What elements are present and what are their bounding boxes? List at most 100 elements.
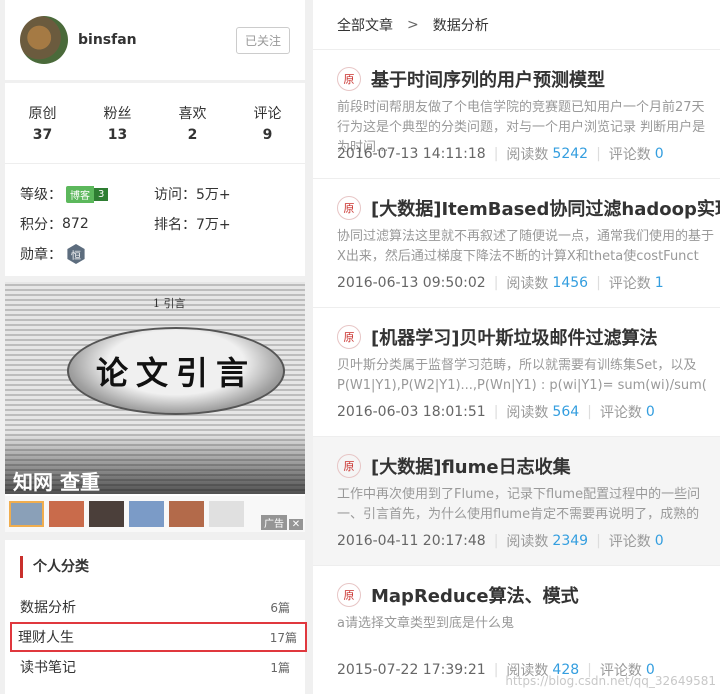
stat-label: 粉丝 bbox=[103, 106, 132, 122]
article-meta: 2016-06-13 09:50:02 | 阅读数 1456 | 评论数 1 bbox=[337, 275, 664, 292]
article-summary: 协同过滤算法这里就不再叙述了随便说一点，通常我们使用的基于 X出来，然后通过梯度… bbox=[337, 227, 720, 267]
stat-original: 原创 37 bbox=[13, 103, 73, 143]
watermark: https://blog.csdn.net/qq_32649581 bbox=[505, 674, 716, 688]
article-title[interactable]: 基于时间序列的用户预测模型 bbox=[371, 66, 605, 92]
level-label: 等级： bbox=[20, 187, 62, 203]
article-date: 2016-07-13 14:11:18 bbox=[337, 146, 486, 162]
article-meta: 2016-04-11 20:17:48 | 阅读数 2349 | 评论数 0 bbox=[337, 533, 664, 550]
category-name[interactable]: 数据分析 bbox=[20, 597, 76, 617]
article-title[interactable]: MapReduce算法、模式 bbox=[371, 582, 579, 608]
article-date: 2016-04-11 20:17:48 bbox=[337, 533, 486, 549]
medal-label: 勋章： bbox=[20, 247, 62, 263]
category-name[interactable]: 理财人生 bbox=[18, 627, 74, 647]
ad-thumb[interactable] bbox=[169, 501, 204, 527]
original-badge: 原 bbox=[337, 454, 361, 478]
article-title[interactable]: [大数据]ItemBased协同过滤hadoop实现 bbox=[371, 195, 720, 221]
medal-icon[interactable]: 恒 bbox=[67, 244, 85, 264]
stat-label: 评论 bbox=[253, 106, 282, 122]
breadcrumb: 全部文章 > 数据分析 bbox=[313, 0, 720, 50]
ad-magnifier: 论文引言 bbox=[67, 327, 285, 415]
comments-count: 1 bbox=[654, 275, 664, 291]
original-badge: 原 bbox=[337, 196, 361, 220]
reads-label: 阅读数 bbox=[506, 147, 549, 163]
categories-panel: 个人分类 数据分析 6篇 理财人生 17篇 读书笔记 1篇 bbox=[5, 540, 307, 694]
stat-likes: 喜欢 2 bbox=[163, 103, 223, 143]
article-date: 2016-06-13 09:50:02 bbox=[337, 275, 486, 291]
comments-label: 评论数 bbox=[608, 534, 651, 550]
article-date: 2015-07-22 17:39:21 bbox=[337, 662, 486, 678]
article-meta: 2016-06-03 18:01:51 | 阅读数 564 | 评论数 0 bbox=[337, 404, 655, 421]
category-item-highlighted[interactable]: 理财人生 17篇 bbox=[10, 622, 307, 652]
reads-label: 阅读数 bbox=[506, 405, 549, 421]
close-icon[interactable]: ✕ bbox=[289, 519, 303, 530]
article-item[interactable]: 原 MapReduce算法、模式 a请选择文章类型到底是什么鬼 2015-07-… bbox=[313, 566, 720, 694]
stat-label: 喜欢 bbox=[178, 106, 207, 122]
reads-label: 阅读数 bbox=[506, 534, 549, 550]
article-title[interactable]: [大数据]flume日志收集 bbox=[371, 453, 571, 479]
category-count: 17篇 bbox=[269, 630, 297, 645]
article-summary: a请选择文章类型到底是什么鬼 bbox=[337, 614, 720, 634]
ad-thumb[interactable] bbox=[49, 501, 84, 527]
summary-line: P(W1|Y1),P(W2|Y1)...,P(Wn|Y1) : p(wi|Y1)… bbox=[337, 378, 707, 393]
article-meta: 2016-07-13 14:11:18 | 阅读数 5242 | 评论数 0 bbox=[337, 146, 664, 163]
stat-label: 原创 bbox=[28, 106, 57, 122]
category-count: 6篇 bbox=[270, 600, 290, 615]
reads-count: 564 bbox=[552, 404, 580, 420]
breadcrumb-current: 数据分析 bbox=[432, 17, 489, 34]
username[interactable]: binsfan bbox=[78, 32, 137, 48]
summary-line: 前段时间帮朋友做了个电信学院的竞赛题已知用户一个月前27天 bbox=[337, 100, 705, 115]
summary-line: X出来，然后通过梯度下降法不断的计算X和theta使costFunct bbox=[337, 249, 699, 264]
ad-thumb[interactable] bbox=[89, 501, 124, 527]
article-item[interactable]: 原 基于时间序列的用户预测模型 前段时间帮朋友做了个电信学院的竞赛题已知用户一个… bbox=[313, 50, 720, 179]
article-date: 2016-06-03 18:01:51 bbox=[337, 404, 486, 420]
avatar[interactable] bbox=[20, 16, 68, 64]
stat-value: 13 bbox=[107, 127, 128, 143]
stat-value: 2 bbox=[187, 127, 198, 143]
ad-thumb[interactable] bbox=[129, 501, 164, 527]
reads-count: 2349 bbox=[552, 533, 589, 549]
points-label: 积分： bbox=[20, 217, 62, 233]
comments-count: 0 bbox=[654, 533, 664, 549]
category-item[interactable]: 数据分析 6篇 bbox=[5, 592, 305, 622]
article-list-panel: 全部文章 > 数据分析 原 基于时间序列的用户预测模型 前段时间帮朋友做了个电信… bbox=[313, 0, 720, 694]
stat-value: 9 bbox=[262, 127, 273, 143]
blog-level-badge[interactable]: 博客 3 bbox=[66, 185, 109, 203]
summary-line: 协同过滤算法这里就不再叙述了随便说一点，通常我们使用的基于 bbox=[337, 229, 715, 244]
original-badge: 原 bbox=[337, 583, 361, 607]
stat-value: 37 bbox=[32, 127, 53, 143]
comments-label: 评论数 bbox=[608, 147, 651, 163]
categories-heading: 个人分类 bbox=[20, 556, 305, 578]
article-item[interactable]: 原 [机器学习]贝叶斯垃圾邮件过滤算法 贝叶斯分类属于监督学习范畴，所以就需要有… bbox=[313, 308, 720, 437]
original-badge: 原 bbox=[337, 325, 361, 349]
visits-label: 访问： bbox=[154, 187, 196, 203]
blog-badge-text: 博客 bbox=[66, 185, 94, 203]
profile-card: binsfan 已关注 bbox=[5, 0, 305, 80]
article-item-hovered[interactable]: 原 [大数据]flume日志收集 工作中再次使用到了Flume，记录下flume… bbox=[313, 437, 720, 566]
article-title[interactable]: [机器学习]贝叶斯垃圾邮件过滤算法 bbox=[371, 324, 657, 350]
summary-line: 工作中再次使用到了Flume，记录下flume配置过程中的一些问 bbox=[337, 487, 701, 502]
follow-button[interactable]: 已关注 bbox=[235, 26, 290, 54]
ad-banner[interactable]: 1 引言 论文引言 知网 查重 广告 ✕ bbox=[5, 282, 305, 532]
ad-thumb[interactable] bbox=[209, 501, 244, 527]
blog-badge-level: 3 bbox=[94, 187, 109, 201]
article-summary: 工作中再次使用到了Flume，记录下flume配置过程中的一些问 一、引言首先，… bbox=[337, 485, 720, 525]
ad-lens-text: 论文引言 bbox=[95, 354, 256, 392]
ad-top-text: 1 引言 bbox=[153, 297, 186, 310]
article-item[interactable]: 原 [大数据]ItemBased协同过滤hadoop实现 协同过滤算法这里就不再… bbox=[313, 179, 720, 308]
ad-thumb[interactable] bbox=[9, 501, 44, 527]
comments-count: 0 bbox=[645, 404, 655, 420]
ad-label[interactable]: 广告 bbox=[261, 515, 287, 530]
comments-label: 评论数 bbox=[608, 276, 651, 292]
category-name[interactable]: 读书笔记 bbox=[20, 657, 76, 677]
category-item[interactable]: 读书笔记 1篇 bbox=[5, 652, 305, 682]
comments-label: 评论数 bbox=[599, 405, 642, 421]
article-summary: 贝叶斯分类属于监督学习范畴，所以就需要有训练集Set，以及 P(W1|Y1),P… bbox=[337, 356, 720, 396]
ad-title[interactable]: 知网 查重 bbox=[13, 466, 100, 495]
stats-panel: 原创 37 粉丝 13 喜欢 2 评论 9 bbox=[5, 83, 305, 163]
levels-panel: 等级： 博客 3 访问： 5万+ 积分： 872 排名： 7万+ 勋章： 恒 bbox=[5, 163, 305, 276]
ad-thumbnails bbox=[5, 496, 305, 532]
sidebar: binsfan 已关注 原创 37 粉丝 13 喜欢 2 评论 9 等级： 博客… bbox=[5, 0, 307, 694]
summary-line: 行为这是个典型的分类问题，对与一个用户浏览记录 判断用户是 bbox=[337, 120, 706, 135]
breadcrumb-root[interactable]: 全部文章 bbox=[337, 15, 393, 35]
reads-count: 5242 bbox=[552, 146, 589, 162]
